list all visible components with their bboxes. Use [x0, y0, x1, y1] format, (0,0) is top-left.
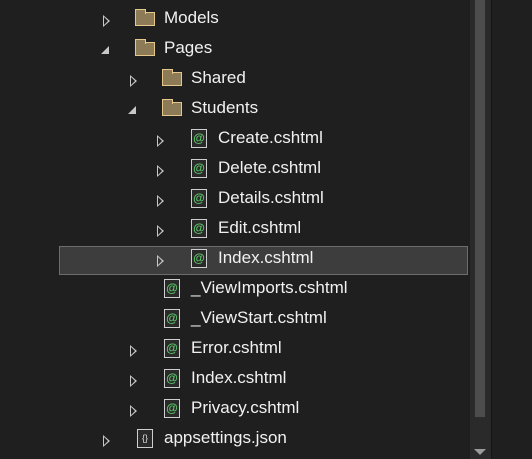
tree-item-label: Pages — [164, 38, 213, 57]
side-panel — [491, 0, 532, 459]
tree-item-label: Index.cshtml — [218, 248, 314, 267]
scrollbar-thumb[interactable] — [475, 0, 485, 417]
razor-file-icon: @ — [191, 219, 207, 238]
razor-file-icon: @ — [191, 249, 207, 268]
tree-item-label: Privacy.cshtml — [191, 398, 300, 417]
tree-item[interactable]: @ Create.cshtml — [0, 127, 470, 157]
razor-file-icon: @ — [191, 129, 207, 148]
collapsed-arrow-icon[interactable] — [157, 195, 164, 207]
collapsed-arrow-icon[interactable] — [130, 405, 137, 417]
tree-item[interactable]: @ Edit.cshtml — [0, 217, 470, 247]
collapsed-arrow-icon[interactable] — [157, 255, 164, 267]
tree-item[interactable]: @ Delete.cshtml — [0, 157, 470, 187]
tree-item-label: Details.cshtml — [218, 188, 324, 207]
tree-item-label: Error.cshtml — [191, 338, 282, 357]
razor-file-icon: @ — [164, 309, 180, 328]
razor-file-icon: @ — [164, 339, 180, 358]
tree-item-label: _ViewStart.cshtml — [191, 308, 327, 327]
folder-icon — [162, 69, 182, 86]
folder-icon — [135, 9, 155, 26]
tree-item-label: appsettings.json — [164, 428, 287, 447]
tree-item-label: Delete.cshtml — [218, 158, 321, 177]
folder-icon — [135, 39, 155, 56]
solution-explorer-tree: Models Pages Shared Students @ Create.cshtml @… — [0, 0, 470, 459]
collapsed-arrow-icon[interactable] — [130, 375, 137, 387]
collapsed-arrow-icon[interactable] — [103, 435, 110, 447]
tree-item[interactable]: @ Index.cshtml — [0, 367, 470, 397]
razor-file-icon: @ — [191, 159, 207, 178]
collapsed-arrow-icon[interactable] — [157, 225, 164, 237]
razor-file-icon: @ — [164, 369, 180, 388]
json-file-icon: {} — [137, 429, 153, 448]
razor-file-icon: @ — [164, 279, 180, 298]
tree-item-label: Index.cshtml — [191, 368, 287, 387]
tree-item[interactable]: Models — [0, 7, 470, 37]
tree-item[interactable]: @ Index.cshtml — [0, 246, 470, 277]
tree-item[interactable]: Pages — [0, 37, 470, 67]
tree-item[interactable]: @ _ViewStart.cshtml — [0, 307, 470, 337]
expanded-arrow-icon[interactable] — [101, 46, 109, 54]
tree-item-label: Create.cshtml — [218, 128, 323, 147]
collapsed-arrow-icon[interactable] — [103, 15, 110, 27]
collapsed-arrow-icon[interactable] — [130, 345, 137, 357]
tree-item[interactable]: @ Privacy.cshtml — [0, 397, 470, 427]
tree-item[interactable]: @ Error.cshtml — [0, 337, 470, 367]
collapsed-arrow-icon[interactable] — [157, 165, 164, 177]
tree-item[interactable]: Students — [0, 97, 470, 127]
expanded-arrow-icon[interactable] — [128, 106, 136, 114]
tree-item-label: Edit.cshtml — [218, 218, 302, 237]
collapsed-arrow-icon[interactable] — [157, 135, 164, 147]
tree-item[interactable]: @ _ViewImports.cshtml — [0, 277, 470, 307]
tree-item-label: Students — [191, 98, 259, 117]
tree-item[interactable]: @ Details.cshtml — [0, 187, 470, 217]
tree-item-label: Shared — [191, 68, 246, 87]
tree-item-label: _ViewImports.cshtml — [191, 278, 348, 297]
razor-file-icon: @ — [164, 399, 180, 418]
tree-item-label: Models — [164, 8, 219, 27]
tree-item[interactable]: Shared — [0, 67, 470, 97]
folder-icon — [162, 99, 182, 116]
collapsed-arrow-icon[interactable] — [130, 75, 137, 87]
vertical-scrollbar[interactable] — [470, 0, 491, 459]
tree-item[interactable]: {} appsettings.json — [0, 427, 470, 457]
razor-file-icon: @ — [191, 189, 207, 208]
scroll-down-arrow-icon[interactable] — [474, 449, 486, 455]
